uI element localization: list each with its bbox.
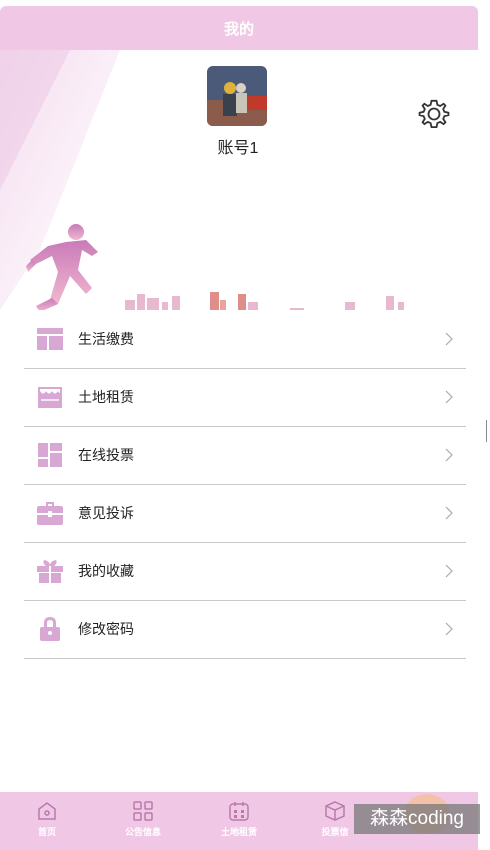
menu-item-label: 生活缴费 bbox=[78, 331, 134, 347]
chevron-right-icon bbox=[445, 622, 453, 636]
page-title: 我的 bbox=[223, 20, 254, 38]
menu-item-feedback[interactable]: 意见投诉 bbox=[24, 484, 466, 543]
lock-icon bbox=[40, 617, 60, 641]
home-icon bbox=[38, 802, 56, 820]
chevron-right-icon bbox=[445, 564, 453, 578]
menu-item-change-password[interactable]: 修改密码 bbox=[24, 600, 466, 659]
nav-item-announcements[interactable]: 公告信息 bbox=[96, 792, 190, 850]
menu-item-online-voting[interactable]: 在线投票 bbox=[24, 426, 466, 485]
menu-item-bill-payment[interactable]: 生活缴费 bbox=[24, 310, 466, 369]
storefront-icon bbox=[38, 387, 62, 408]
gift-icon bbox=[37, 560, 63, 583]
menu-item-label: 土地租赁 bbox=[78, 389, 134, 405]
settings-gear-icon[interactable] bbox=[416, 96, 452, 132]
username: 账号1 bbox=[217, 140, 259, 157]
grid-icon bbox=[133, 801, 153, 821]
menu-item-label: 意见投诉 bbox=[78, 505, 134, 521]
nav-label: 首页 bbox=[37, 827, 56, 837]
nav-item-land-lease[interactable]: 土地租赁 bbox=[192, 792, 286, 850]
chevron-right-icon bbox=[445, 448, 453, 462]
watermark: 森森coding bbox=[354, 804, 480, 834]
avatar-photo bbox=[207, 66, 267, 126]
chevron-right-icon bbox=[445, 332, 453, 346]
menu-item-label: 我的收藏 bbox=[78, 563, 134, 579]
nav-item-home[interactable]: 首页 bbox=[0, 792, 94, 850]
chevron-right-icon bbox=[445, 506, 453, 520]
menu-item-favorites[interactable]: 我的收藏 bbox=[24, 542, 466, 601]
nav-label: 土地租赁 bbox=[220, 827, 257, 837]
chevron-right-icon bbox=[445, 390, 453, 404]
nav-label: 公告信息 bbox=[124, 827, 161, 837]
avatar[interactable] bbox=[207, 66, 267, 126]
cube-icon bbox=[325, 801, 345, 821]
app-screen: 我的 账号1 生活缴费 土地租赁 在线投票 意见投诉 我的收藏 修改密码 首页 … bbox=[0, 0, 478, 850]
header-bar: 我的 bbox=[0, 6, 478, 50]
briefcase-icon bbox=[37, 502, 63, 525]
dashboard-icon bbox=[38, 443, 62, 467]
menu-list: 生活缴费 土地租赁 在线投票 意见投诉 我的收藏 修改密码 bbox=[12, 310, 474, 670]
table-icon bbox=[37, 328, 63, 350]
menu-item-label: 修改密码 bbox=[78, 621, 134, 637]
menu-item-label: 在线投票 bbox=[78, 447, 134, 463]
scrollbar-handle[interactable] bbox=[486, 420, 490, 442]
gear-icon bbox=[418, 99, 450, 128]
menu-item-land-lease[interactable]: 土地租赁 bbox=[24, 368, 466, 427]
calendar-icon bbox=[229, 802, 249, 821]
